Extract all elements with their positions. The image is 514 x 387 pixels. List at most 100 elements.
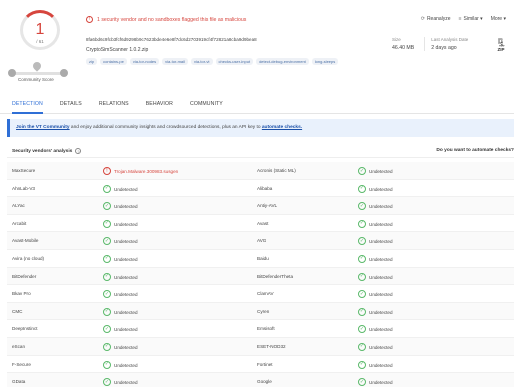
file-meta: Size 46.40 MB Last Analysis Date 2 days … [392,37,468,51]
table-row: AhnLab-V3 ✓ Undetected Alibaba ✓ Undetected [7,180,514,198]
tab-detection[interactable]: DETECTION [12,98,43,114]
check-icon: ✓ [103,290,111,299]
file-type-label: ZIP [497,47,505,52]
vendors-section-header: Security vendors' analysis ? Do you want… [7,144,514,158]
table-row: DeepInstinct ✓ Undetected Emsisoft ✓ Undetect… [7,320,514,338]
tab-behavior[interactable]: BEHAVIOR [146,98,173,113]
check-icon: ✓ [103,307,111,316]
size-block: Size 46.40 MB [392,37,414,51]
detection-result: ✓ Undetected [103,342,138,351]
detection-result: ✓ Undetected [103,184,138,193]
tab-relations[interactable]: RELATIONS [99,98,129,113]
tab-community[interactable]: COMMUNITY [190,98,223,113]
vendor-name: Baidu [257,255,269,261]
join-community-link[interactable]: Join the VT Community [16,125,70,130]
file-tag[interactable]: detect-debug-environment [256,58,309,65]
detection-result: ✓ Undetected [358,325,393,334]
report-tabs: DETECTION DETAILS RELATIONS BEHAVIOR COM… [0,98,514,114]
check-icon: ✓ [103,254,111,263]
detection-result: ✓ Undetected [358,272,393,281]
check-icon: ✓ [103,325,111,334]
detection-score-widget: 1 / 61 Community Score [8,6,70,84]
check-icon: ✓ [358,237,366,246]
check-icon: ✓ [103,378,111,387]
detection-result: ✓ Undetected [358,290,393,299]
vendor-name: Avira (no cloud) [12,255,45,261]
vendor-name: ALYac [12,203,25,209]
file-tag[interactable]: via-tor-mail [162,58,188,65]
check-icon: ✓ [358,202,366,211]
table-row: Bkav Pro ✓ Undetected ClamAV ✓ Undetected [7,285,514,303]
table-row: CMC ✓ Undetected Cyren ✓ Undetected [7,302,514,321]
file-type: 🗜 ZIP [496,38,506,52]
file-tag[interactable]: checks-user-input [215,58,254,65]
file-tag[interactable]: contains-pe [100,58,127,65]
chevron-down-icon: ▾ [480,16,483,22]
vendor-name: Bkav Pro [12,291,31,297]
vendor-name: Acronis (Static ML) [257,168,296,173]
table-row: eScan ✓ Undetected ESET-NOD32 ✓ Undetected [7,337,514,356]
vendor-name: Arcabit [12,220,27,226]
check-icon: ✓ [103,184,111,193]
check-icon: ✓ [358,378,366,387]
automate-checks-link[interactable]: automate checks. [262,125,302,130]
detection-result: ✓ Undetected [103,219,138,228]
detection-result: ✓ Undetected [358,237,393,246]
file-tag[interactable]: via-tor-vt [190,58,213,65]
banner-text: and enjoy additional community insights … [69,125,262,130]
malicious-icon: ! [103,167,111,175]
vendor-name: GData [12,379,26,385]
section-title: Security vendors' analysis ? [12,148,82,154]
table-row: BitDefender ✓ Undetected BitDefenderTheta ✓ U… [7,267,514,286]
refresh-icon: ⟳ [420,16,425,22]
check-icon: ✓ [358,325,366,334]
automate-checks-prompt[interactable]: Do you want to automate checks? [436,148,514,153]
detection-result: ✓ Undetected [358,167,393,175]
detection-result: ✓ Undetected [103,254,138,263]
vendor-name: Google [257,379,272,385]
tab-details[interactable]: DETAILS [60,98,82,113]
detection-result: ✓ Undetected [358,219,393,228]
vendor-name: Alibaba [257,185,273,191]
check-icon: ✓ [358,184,366,193]
check-icon: ✓ [103,237,111,246]
file-tag[interactable]: zip [86,58,98,65]
detection-result: ✓ Undetected [358,184,393,193]
detection-result: ✓ Undetected [358,254,393,263]
community-score-pin-icon [31,60,43,72]
table-row: GData ✓ Undetected Google ✓ Undetected [7,373,514,387]
check-icon: ✓ [103,202,111,211]
detection-result: ✓ Undetected [103,360,138,369]
file-hash[interactable]: 8fa6bd6c9fcb3fcf6d9298b9c7623bde4e6e8f7d… [86,37,257,42]
community-vote-up-icon[interactable] [60,69,68,77]
similar-icon: ≡ [458,16,462,22]
check-icon: ✓ [358,360,366,369]
chevron-down-icon: ▾ [503,16,506,22]
table-row: Avast-Mobile ✓ Undetected AVG ✓ Undetected [7,232,514,250]
similar-button[interactable]: ≡ Similar ▾ [459,16,483,22]
check-icon: ✓ [358,219,366,228]
table-row: Avira (no cloud) ✓ Undetected Baidu ✓ Undetec… [7,250,514,268]
alert-text: 1 security vendor and no sandboxes flagg… [97,16,247,23]
community-score-slider[interactable] [8,69,68,77]
check-icon: ✓ [358,290,366,299]
table-row: F-Secure ✓ Undetected Fortinet ✓ Undetected [7,356,514,374]
detection-result: ✓ Undetected [103,290,138,299]
score-ring: 1 / 61 [20,10,60,50]
help-icon[interactable]: ? [75,148,82,154]
vendor-name: Fortinet [257,361,273,367]
reanalyze-button[interactable]: ⟳ Reanalyze [421,16,451,22]
detection-result: ✓ Undetected [358,342,393,351]
file-tags: zip contains-pe via-tor-nodes via-tor-mail v… [86,58,339,65]
check-icon: ✓ [358,307,366,316]
detection-result: ✓ Undetected [103,307,138,316]
check-icon: ✓ [358,254,366,263]
vendor-name: eScan [12,343,26,349]
more-button[interactable]: More ▾ [491,16,506,22]
file-tag[interactable]: via-tor-nodes [129,58,160,65]
community-vote-down-icon[interactable] [8,69,16,77]
check-icon: ✓ [103,219,111,228]
file-tag[interactable]: long-sleeps [311,58,339,65]
vendor-table: MaxSecure ! Trojan.Malware.300983.susgen Ac… [7,162,514,387]
vendor-name: Antiy-AVL [257,203,278,209]
